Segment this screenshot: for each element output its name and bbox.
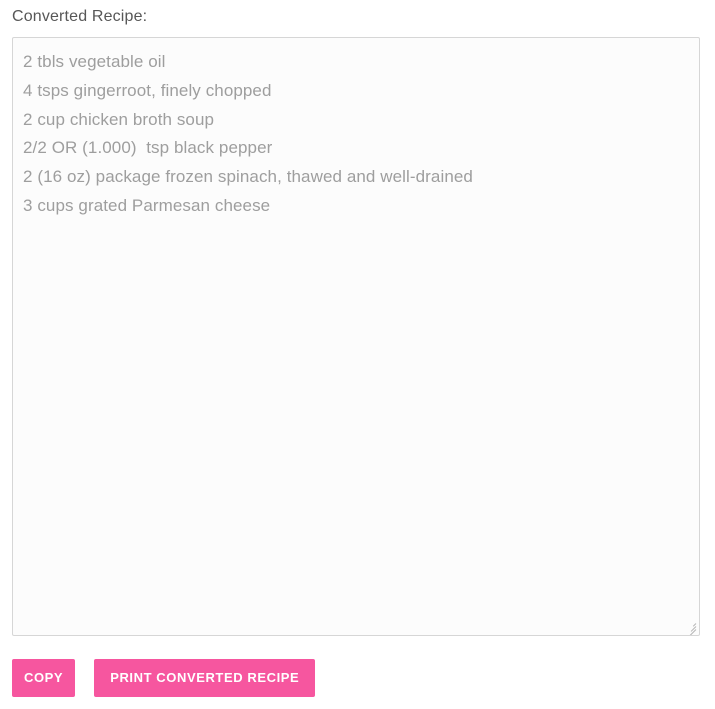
converted-recipe-textarea[interactable]: 2 tbls vegetable oil 4 tsps gingerroot, … [12, 37, 700, 636]
print-converted-recipe-button[interactable]: PRINT CONVERTED RECIPE [94, 659, 316, 697]
recipe-line: 2 cup chicken broth soup [23, 109, 215, 129]
resize-handle-icon[interactable] [683, 619, 697, 635]
recipe-line: 2/2 OR (1.000) tsp black pepper [23, 138, 273, 158]
recipe-line: 3 cups grated Parmesan cheese [23, 195, 271, 215]
recipe-line: 2 tbls vegetable oil [23, 52, 166, 71]
recipe-line: 2 (16 oz) package frozen spinach, thawed… [23, 167, 473, 187]
converted-recipe-panel: Converted Recipe: 2 tbls vegetable oil 4… [0, 0, 715, 709]
recipe-line: 4 tsps gingerroot, finely chopped [23, 80, 272, 100]
converted-recipe-lines: 2 tbls vegetable oil 4 tsps gingerroot, … [23, 48, 687, 221]
action-button-row: COPY PRINT CONVERTED RECIPE [12, 659, 316, 697]
copy-button[interactable]: COPY [12, 659, 76, 697]
converted-recipe-label: Converted Recipe: [12, 8, 148, 25]
